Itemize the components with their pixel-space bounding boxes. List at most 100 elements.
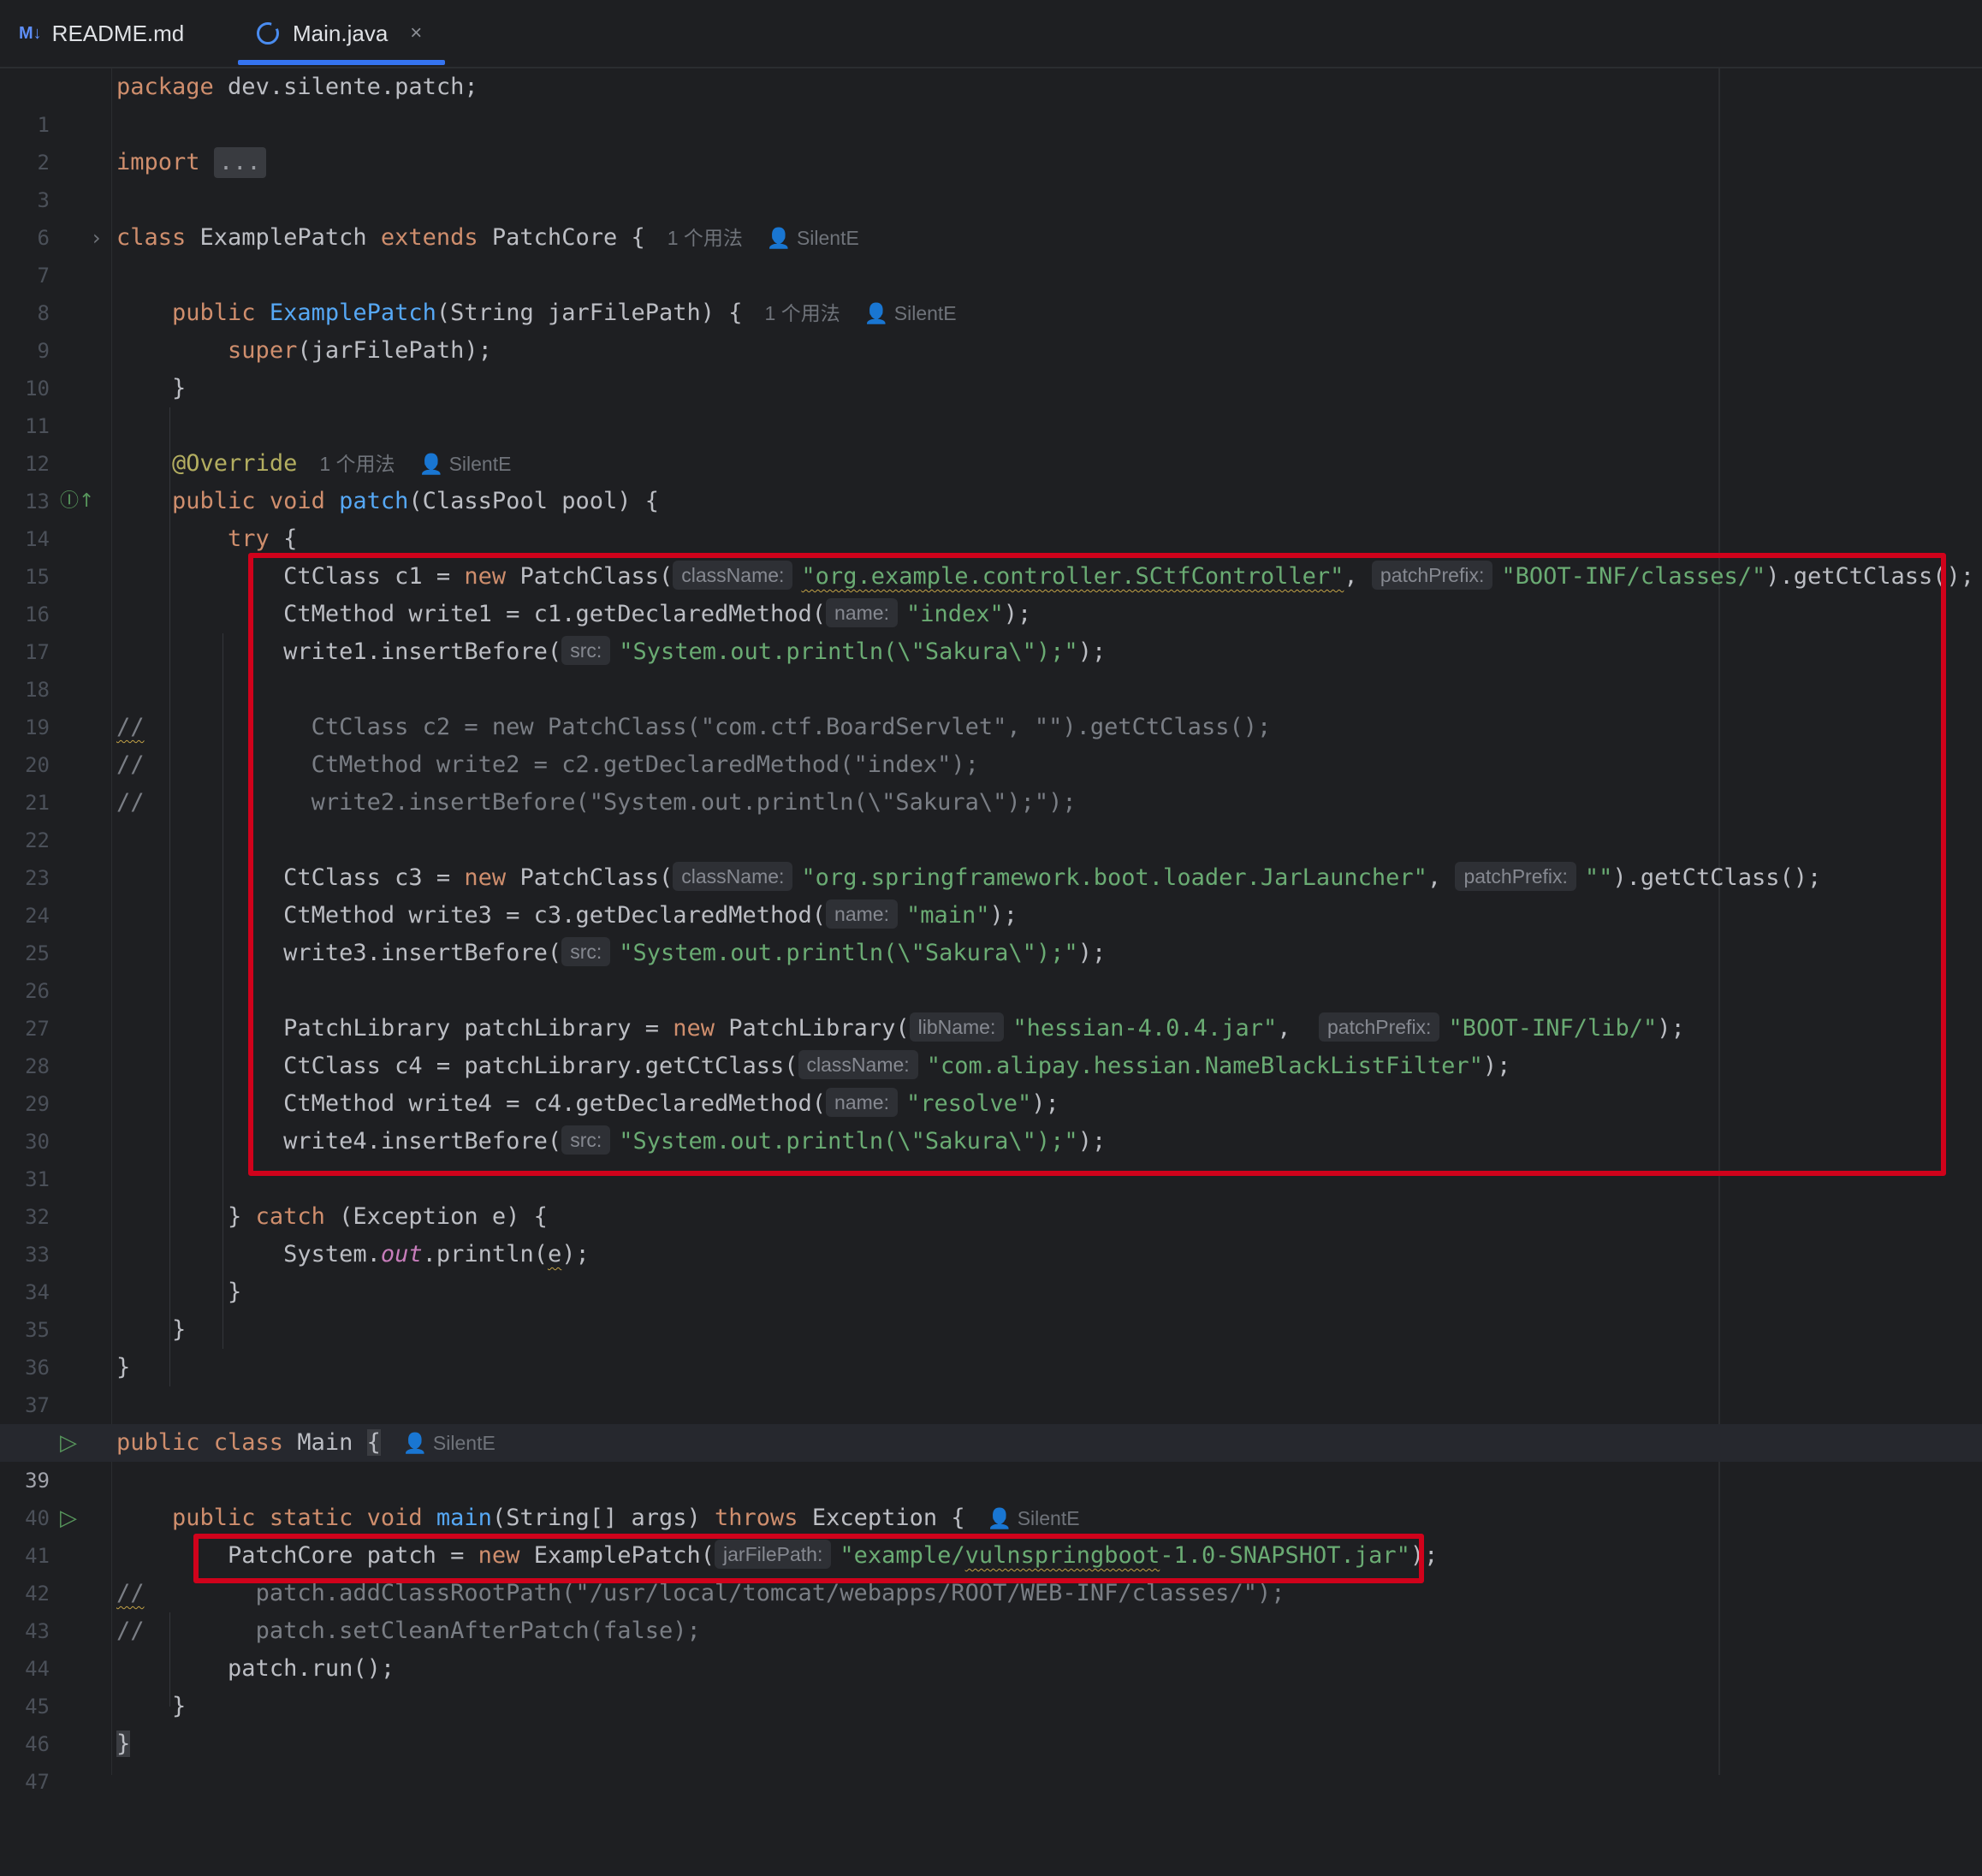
author-name[interactable]: SilentE	[894, 302, 957, 324]
code-line[interactable]: 6	[0, 181, 1982, 250]
code-text: );	[561, 1241, 590, 1267]
code-editor[interactable]: 1 package dev.silente.patch; 2 3 › impor…	[0, 68, 1982, 1794]
code-text: (Exception e) {	[324, 1203, 548, 1230]
comment-marker: //	[116, 789, 145, 816]
code-vision-hint[interactable]: 👤 SilentE	[403, 1432, 496, 1454]
user-icon: 👤	[863, 302, 889, 324]
code-line[interactable]: 8	[0, 257, 1982, 325]
keyword: catch	[255, 1203, 325, 1230]
keyword: public void	[172, 488, 325, 514]
editor-tab-bar: M↓ README.md Main.java ×	[0, 0, 1982, 68]
keyword: super	[228, 337, 298, 364]
code-line[interactable]: 7 class ExamplePatch extends PatchCore {…	[0, 219, 1982, 288]
code-text: Main	[283, 1429, 367, 1456]
code-vision-hint[interactable]: 1 个用法 👤 SilentE	[319, 453, 511, 475]
code-text: dev.silente.patch;	[213, 74, 478, 100]
usage-count[interactable]: 1 个用法	[668, 227, 743, 249]
comment-text: patch.addClassRootPath("/usr/local/tomca…	[255, 1580, 1285, 1606]
matched-brace: {	[366, 1429, 381, 1456]
usage-count[interactable]: 1 个用法	[319, 453, 395, 475]
code-text: PatchCore {	[478, 224, 645, 251]
author-name[interactable]: SilentE	[433, 1432, 496, 1454]
function-name: patch	[339, 488, 409, 514]
code-line[interactable]: 14 Ⓘ↑ public void patch(ClassPool pool) …	[0, 483, 1982, 551]
highlight-box-patch-body	[248, 553, 1946, 1176]
keyword: public static void	[172, 1505, 423, 1531]
function-name: main	[436, 1505, 492, 1531]
run-icon[interactable]: ▷	[60, 1499, 77, 1537]
usage-count[interactable]: 1 个用法	[765, 302, 840, 324]
keyword: throws	[715, 1505, 798, 1531]
code-text: }	[228, 1203, 256, 1230]
comment-marker: //	[116, 714, 145, 740]
code-line[interactable]: 36 }	[0, 1311, 1982, 1380]
code-line[interactable]: 9 public ExamplePatch(String jarFilePath…	[0, 294, 1982, 363]
comment-marker: //	[116, 751, 145, 778]
user-icon: 👤	[402, 1432, 428, 1454]
code-line[interactable]: 44 // patch.setCleanAfterPatch(false);	[0, 1612, 1982, 1681]
code-line[interactable]: 11 }	[0, 370, 1982, 438]
code-line[interactable]: 13 @Override 1 个用法 👤 SilentE	[0, 445, 1982, 514]
code-text: (String jarFilePath) {	[436, 300, 743, 326]
code-line[interactable]: 34 System.out.println(e);	[0, 1236, 1982, 1304]
highlight-box-main-patch	[193, 1534, 1424, 1583]
keyword: package	[116, 74, 214, 100]
code-vision-hint[interactable]: 👤 SilentE	[988, 1507, 1080, 1529]
annotation: @Override	[172, 450, 298, 477]
code-text: {	[269, 525, 298, 552]
keyword: class	[116, 224, 187, 251]
tab-label: Main.java	[293, 20, 389, 46]
static-field: out	[380, 1241, 423, 1267]
code-text: patch.run();	[228, 1655, 395, 1682]
folded-imports[interactable]: ...	[213, 147, 266, 178]
code-line[interactable]: 3 › import ...	[0, 144, 1982, 250]
code-line[interactable]: 46 }	[0, 1688, 1982, 1756]
code-line-current[interactable]: 39 ▷ public class Main {👤 SilentE	[0, 1424, 1982, 1493]
code-text: Exception {	[798, 1505, 965, 1531]
code-line[interactable]: 33 } catch (Exception e) {	[0, 1198, 1982, 1267]
code-text: }	[172, 375, 187, 401]
code-text: ExamplePatch	[186, 224, 381, 251]
code-text: }	[228, 1279, 242, 1305]
close-icon[interactable]: ×	[410, 21, 422, 45]
code-text: }	[116, 1354, 131, 1380]
comment-text: patch.setCleanAfterPatch(false);	[255, 1618, 701, 1644]
code-line[interactable]: 2	[0, 106, 1982, 175]
author-name[interactable]: SilentE	[449, 453, 512, 475]
code-line[interactable]: 38	[0, 1386, 1982, 1455]
code-text: e	[547, 1241, 562, 1267]
keyword: try	[228, 525, 270, 552]
run-icon[interactable]: ▷	[60, 1424, 77, 1462]
code-line[interactable]: 41 ▷ public static void main(String[] ar…	[0, 1499, 1982, 1568]
tab-label: README.md	[51, 20, 185, 46]
code-line[interactable]: 1 package dev.silente.patch;	[0, 68, 1982, 137]
code-text: }	[172, 1316, 187, 1343]
code-line[interactable]: 12	[0, 407, 1982, 476]
author-name[interactable]: SilentE	[797, 227, 859, 249]
code-line[interactable]: 40	[0, 1462, 1982, 1530]
tab-readme[interactable]: M↓ README.md	[19, 0, 184, 67]
code-text: (ClassPool pool) {	[408, 488, 659, 514]
code-line[interactable]: 35 }	[0, 1273, 1982, 1342]
user-icon: 👤	[418, 453, 444, 475]
code-line[interactable]: 45 patch.run();	[0, 1650, 1982, 1719]
code-vision-hint[interactable]: 1 个用法 👤 SilentE	[668, 227, 859, 249]
comment-marker: //	[116, 1618, 145, 1644]
code-line[interactable]: 10 super(jarFilePath);	[0, 332, 1982, 401]
code-line[interactable]: 37 }	[0, 1349, 1982, 1417]
implements-method-icon[interactable]: Ⓘ↑	[60, 483, 94, 520]
code-line[interactable]: 47 }	[0, 1725, 1982, 1794]
matched-brace: }	[116, 1731, 131, 1757]
java-class-icon	[257, 21, 280, 45]
code-text: (jarFilePath);	[297, 337, 492, 364]
code-vision-hint[interactable]: 1 个用法 👤 SilentE	[765, 302, 957, 324]
code-text: .println(	[422, 1241, 548, 1267]
markdown-icon: M↓	[19, 23, 42, 43]
tab-main-java[interactable]: Main.java ×	[257, 0, 422, 67]
code-text: System.	[283, 1241, 381, 1267]
code-text: }	[172, 1693, 187, 1719]
author-name[interactable]: SilentE	[1018, 1507, 1080, 1529]
user-icon: 👤	[766, 227, 792, 249]
comment-marker: //	[116, 1580, 145, 1606]
code-text: (String[] args)	[491, 1505, 715, 1531]
